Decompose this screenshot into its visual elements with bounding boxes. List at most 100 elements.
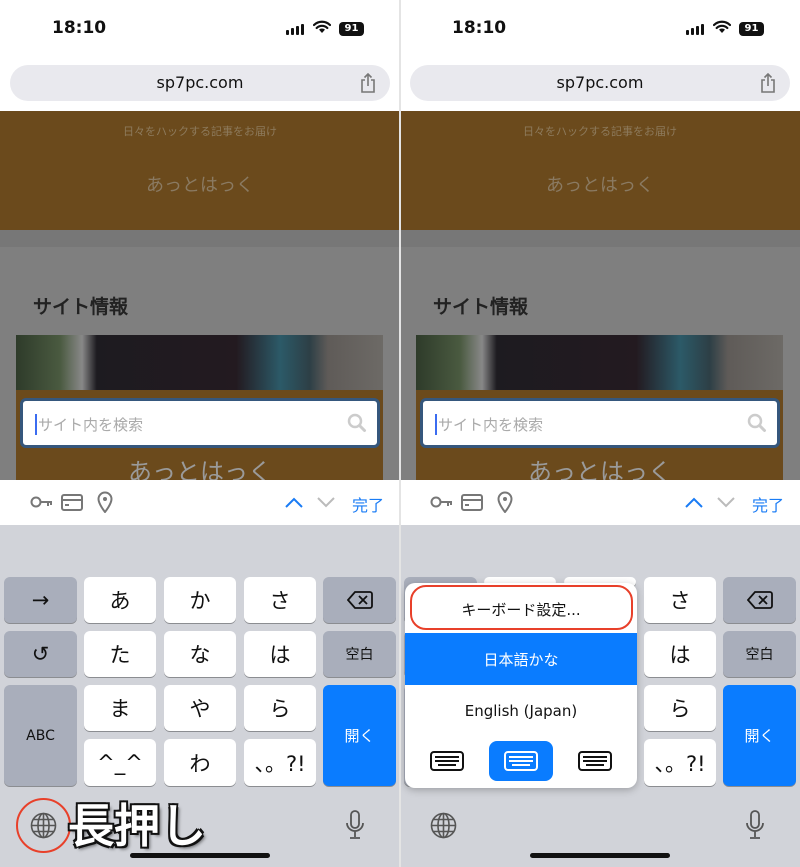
credit-card-icon[interactable] (61, 494, 83, 511)
space-key[interactable]: 空白 (723, 631, 796, 677)
key-kana[interactable]: は (644, 631, 716, 677)
key-kana[interactable]: ^_^ (84, 739, 156, 786)
key-kana[interactable]: ま (84, 685, 156, 731)
key-label: は (269, 643, 291, 667)
status-time: 18:10 (452, 18, 507, 38)
key-label: さ (669, 589, 691, 613)
content-band (400, 230, 800, 247)
site-tagline: 日々をハックする記事をお届け (123, 125, 277, 138)
key-kana[interactable]: は (244, 631, 316, 677)
section-title: サイト情報 (33, 296, 129, 318)
key-label: や (189, 697, 211, 721)
globe-icon[interactable] (430, 812, 457, 839)
open-key[interactable]: 開く (723, 685, 796, 786)
full-keyboard-icon[interactable] (489, 741, 553, 781)
key-label: は (669, 643, 691, 667)
key-kana[interactable]: な (164, 631, 236, 677)
key-kana[interactable]: 、。?! (644, 739, 716, 786)
keyboard-accessory-bar: 完了 (400, 480, 800, 525)
site-logo-text[interactable]: あっとはっく (400, 171, 800, 197)
japanese-kana-item[interactable]: 日本語かな (405, 633, 637, 685)
key-kana[interactable]: さ (644, 577, 716, 623)
menu-item-label: English (Japan) (464, 702, 578, 720)
share-icon[interactable] (360, 73, 376, 93)
key-kana[interactable]: 、。?! (244, 739, 316, 786)
chevron-down-icon[interactable] (317, 497, 335, 508)
key-label: 、。?! (654, 751, 706, 776)
url-text: sp7pc.com (556, 73, 644, 92)
site-tagline: 日々をハックする記事をお届け (523, 125, 677, 138)
menu-item-label: 日本語かな (483, 650, 559, 669)
left-handed-keyboard-icon[interactable] (415, 741, 479, 781)
open-key[interactable]: 開く (323, 685, 396, 786)
key-kana[interactable]: や (164, 685, 236, 731)
chevron-up-icon[interactable] (285, 497, 303, 508)
key-label: 、。?! (254, 751, 306, 776)
location-pin-icon[interactable] (97, 491, 113, 513)
microphone-icon[interactable] (745, 810, 765, 840)
screenshot-after: 18:10 91 sp7pc.com 日々をハックする記事をお届け あっとはっく… (400, 0, 800, 867)
key-label: 空白 (345, 647, 374, 663)
key-label: ま (109, 697, 131, 721)
wifi-icon (313, 20, 331, 33)
key-label: ^_^ (97, 750, 143, 775)
done-button[interactable]: 完了 (752, 492, 784, 516)
delete-key[interactable] (323, 577, 396, 623)
delete-icon (746, 591, 773, 609)
done-button[interactable]: 完了 (352, 492, 384, 516)
key-kana[interactable]: ら (644, 685, 716, 731)
site-search-input[interactable]: サイト内を検索 (20, 398, 380, 448)
key-label: か (189, 589, 211, 613)
key-label: さ (269, 589, 291, 613)
highlight-outline (410, 585, 633, 630)
content-band (0, 230, 400, 247)
chevron-down-icon[interactable] (717, 497, 735, 508)
key-kana[interactable]: さ (244, 577, 316, 623)
signal-icon (686, 24, 704, 35)
address-bar[interactable]: sp7pc.com (10, 65, 390, 101)
site-header: 日々をハックする記事をお届け あっとはっく (400, 111, 800, 230)
search-icon[interactable] (747, 413, 767, 433)
site-logo-text[interactable]: あっとはっく (0, 171, 400, 197)
long-press-annotation: 長押し (67, 798, 207, 854)
space-key[interactable]: 空白 (323, 631, 396, 677)
key-icon[interactable] (430, 495, 454, 509)
search-placeholder: サイト内を検索 (35, 414, 143, 435)
highlight-circle (16, 798, 71, 853)
key-label: ら (269, 697, 291, 721)
english-japan-item[interactable]: English (Japan) (405, 685, 637, 737)
key-label: ら (669, 697, 691, 721)
microphone-icon[interactable] (345, 810, 365, 840)
site-search-input[interactable]: サイト内を検索 (420, 398, 780, 448)
screenshot-before: 18:10 91 sp7pc.com 日々をハックする記事をお届け あっとはっく… (0, 0, 400, 867)
search-icon[interactable] (347, 413, 367, 433)
home-indicator[interactable] (530, 853, 670, 858)
key-label: → (31, 588, 50, 612)
key-label: わ (189, 751, 211, 776)
key-next-arrow[interactable]: → (4, 577, 77, 623)
key-kana[interactable]: ら (244, 685, 316, 731)
right-handed-keyboard-icon[interactable] (563, 741, 627, 781)
key-label: ABC (26, 727, 55, 744)
battery-indicator: 91 (339, 22, 364, 36)
keyboard-switcher-popup: キーボード設定... 日本語かな English (Japan) (405, 583, 637, 788)
site-image (416, 335, 783, 391)
key-label: 開く (744, 727, 775, 745)
share-icon[interactable] (760, 73, 776, 93)
credit-card-icon[interactable] (461, 494, 483, 511)
site-image (16, 335, 383, 391)
key-kana[interactable]: わ (164, 739, 236, 786)
delete-key[interactable] (723, 577, 796, 623)
key-abc[interactable]: ABC (4, 685, 77, 786)
key-kana[interactable]: た (84, 631, 156, 677)
key-icon[interactable] (30, 495, 54, 509)
signal-icon (286, 24, 304, 35)
key-undo[interactable]: ↺ (4, 631, 77, 677)
key-kana[interactable]: か (164, 577, 236, 623)
key-kana[interactable]: あ (84, 577, 156, 623)
key-label: あ (109, 589, 131, 613)
location-pin-icon[interactable] (497, 491, 513, 513)
address-bar[interactable]: sp7pc.com (410, 65, 790, 101)
key-label: な (189, 643, 211, 667)
chevron-up-icon[interactable] (685, 497, 703, 508)
